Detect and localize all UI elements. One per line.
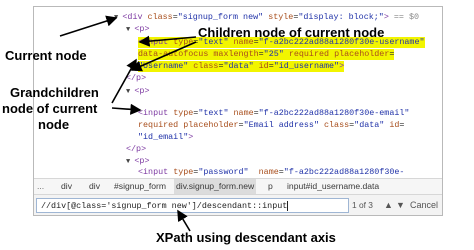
grandchildren-node-arrow-2 <box>111 103 142 115</box>
caption-xpath-descendant-axis: XPath using descendant axis <box>156 230 336 245</box>
children-node-arrow-1 <box>138 35 197 47</box>
label-grandchildren-line-2: node of current <box>2 101 98 116</box>
xpath-caption-arrow <box>177 209 191 232</box>
label-current-node: Current node <box>5 48 87 63</box>
label-grandchildren-line-1: Grandchildren <box>10 85 99 100</box>
label-grandchildren-line-3: node <box>38 117 70 132</box>
current-node-arrow <box>59 15 118 37</box>
grandchildren-node-arrow-1 <box>111 58 137 104</box>
label-children-node: Children node of current node <box>198 25 385 40</box>
children-node-arrow-2 <box>130 41 197 72</box>
